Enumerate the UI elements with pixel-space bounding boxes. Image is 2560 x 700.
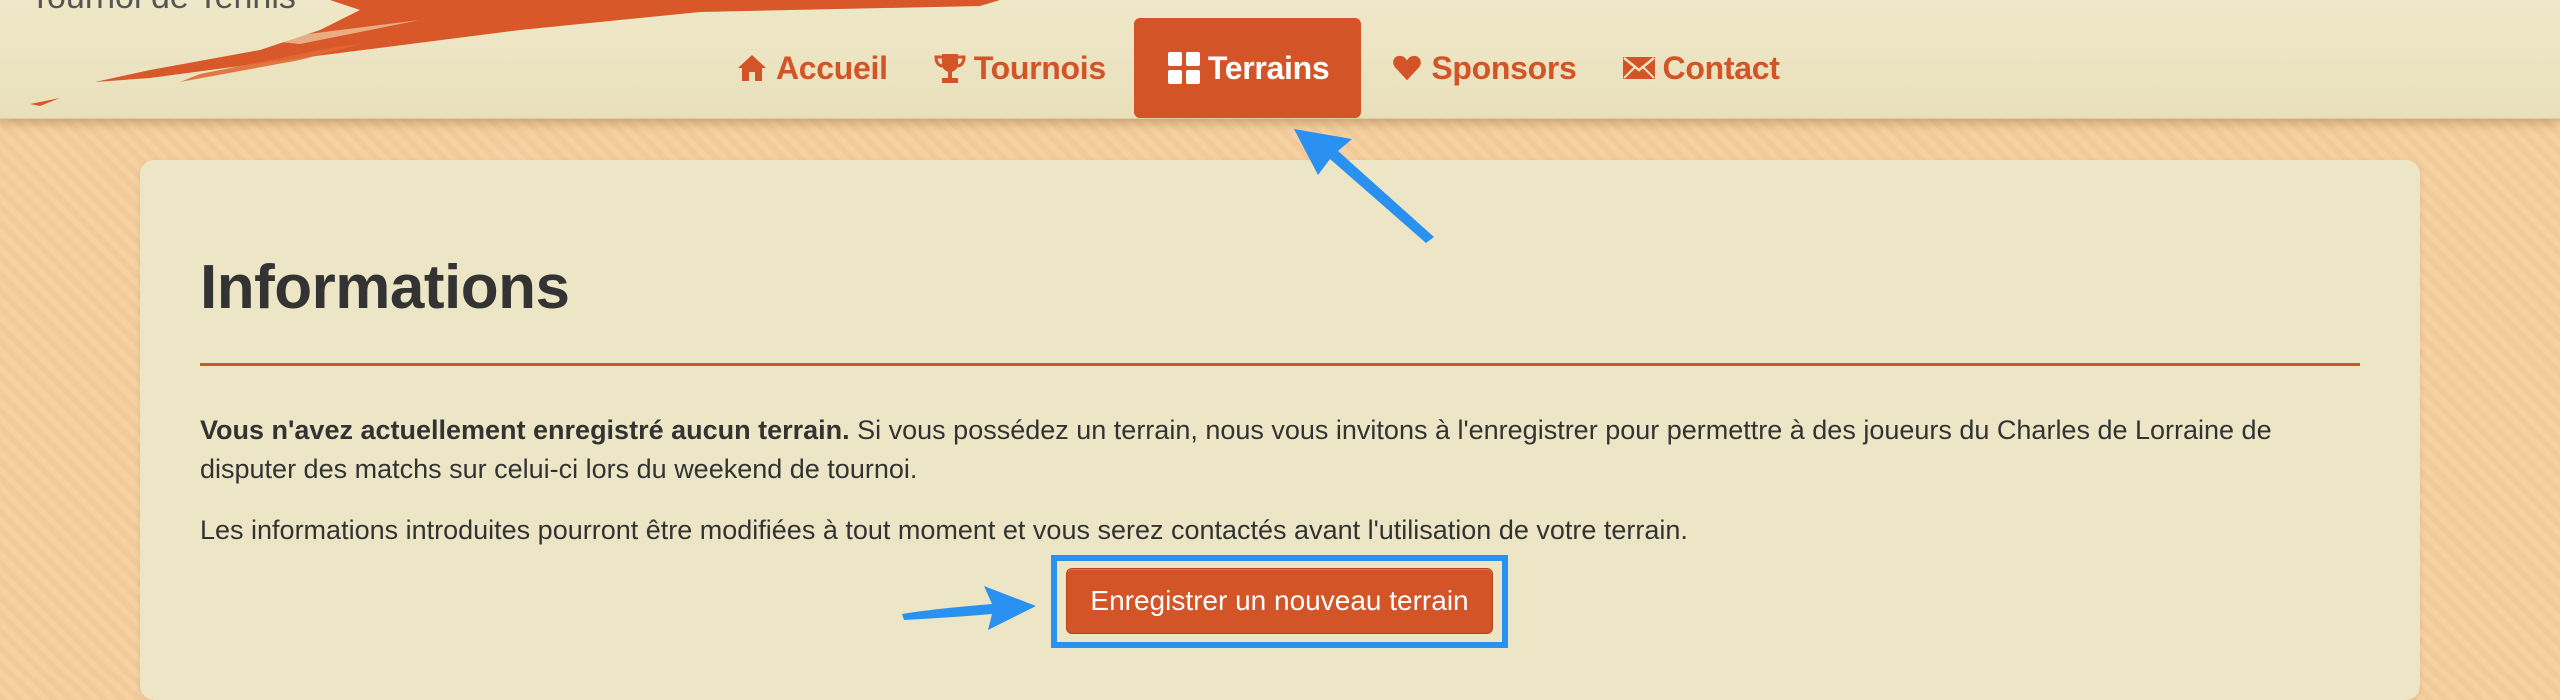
nav-label: Sponsors (1431, 49, 1577, 86)
brand-text: Tournoi de Tennis (30, 0, 296, 17)
nav-label: Accueil (776, 49, 888, 86)
info-paragraph: Les informations introduites pourront êt… (200, 515, 1688, 545)
nav-label: Tournois (973, 49, 1106, 86)
nav-label: Terrains (1207, 49, 1330, 86)
nav-item-tournois[interactable]: Tournois (910, 18, 1128, 118)
nav-item-accueil[interactable]: Accueil (712, 18, 910, 118)
notice-bold: Vous n'avez actuellement enregistré aucu… (200, 415, 850, 445)
nav-item-contact[interactable]: Contact (1599, 18, 1802, 118)
grid-icon (1166, 50, 1202, 86)
nav-item-sponsors[interactable]: Sponsors (1367, 18, 1598, 118)
annotation-arrow-up (1294, 129, 1434, 243)
page-title: Informations (200, 253, 570, 322)
nav-label: Contact (1662, 49, 1780, 86)
top-navbar: Tournoi de Tennis Accueil (0, 0, 2560, 119)
annotation-arrow-right (902, 586, 1036, 630)
title-divider (200, 363, 2360, 366)
home-icon (734, 50, 770, 86)
heart-icon (1389, 50, 1425, 86)
nav-item-terrains[interactable]: Terrains (1133, 18, 1362, 118)
register-terrain-button[interactable]: Enregistrer un nouveau terrain (1066, 568, 1493, 634)
no-terrain-notice: Vous n'avez actuellement enregistré aucu… (200, 411, 2370, 489)
trophy-icon (932, 50, 968, 86)
content-card: Informations Vous n'avez actuellement en… (140, 160, 2420, 700)
main-nav: Accueil Tournois Terrains Sponsors Conta… (712, 18, 1802, 118)
envelope-icon (1621, 50, 1657, 86)
